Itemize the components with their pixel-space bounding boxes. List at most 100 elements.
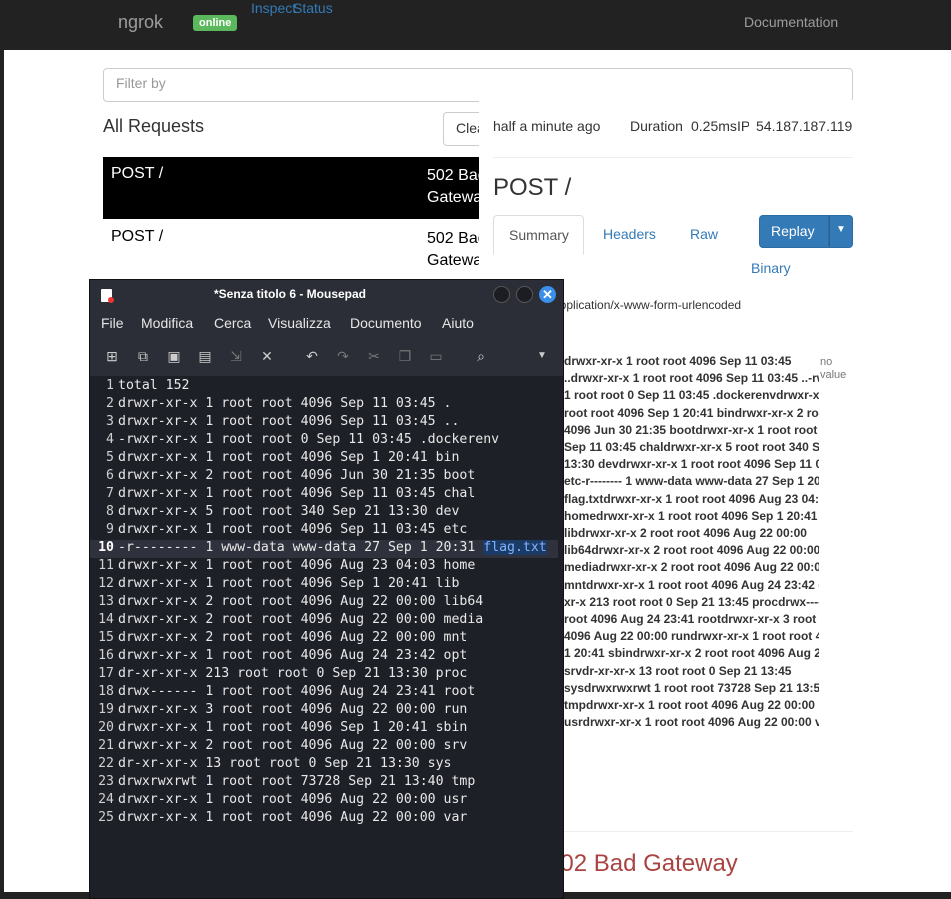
line-number: 8 xyxy=(106,504,114,519)
tab-raw[interactable]: Raw xyxy=(675,215,733,255)
editor-line[interactable]: 7 drwxr-xr-x 1 root root 4096 Sep 11 03:4… xyxy=(90,486,563,504)
search-icon[interactable]: ⌕ xyxy=(472,347,490,365)
menu-cerca[interactable]: Cerca xyxy=(214,315,251,331)
vertical-scrollbar[interactable] xyxy=(558,376,563,898)
editor-line[interactable]: 24 drwxr-xr-x 1 root root 4096 Aug 22 00:… xyxy=(90,792,563,810)
content-type: application/x-www-form-urlencoded xyxy=(553,298,742,312)
editor-line[interactable]: 14 drwxr-xr-x 2 root root 4096 Aug 22 00:… xyxy=(90,612,563,630)
editor-line[interactable]: 3 drwxr-xr-x 1 root root 4096 Sep 11 03:4… xyxy=(90,414,563,432)
line-text: drwxr-xr-x 1 root root 4096 Sep 1 20:41 … xyxy=(118,720,468,735)
close-tab-icon[interactable]: ✕ xyxy=(258,347,276,365)
editor-line[interactable]: 17 dr-xr-xr-x 213 root root 0 Sep 21 13:3… xyxy=(90,666,563,684)
toolbar: ⊞ ⧉ ▣ ▤ ⇲ ✕ ↶ ↷ ✂ ❐ ▭ ⌕ ▼ xyxy=(90,338,563,374)
replay-button[interactable]: Replay xyxy=(759,215,829,248)
undo-icon[interactable]: ↶ xyxy=(303,347,321,365)
editor-line[interactable]: 20 drwxr-xr-x 1 root root 4096 Sep 1 20:4… xyxy=(90,720,563,738)
editor-line[interactable]: 13 drwxr-xr-x 2 root root 4096 Aug 22 00:… xyxy=(90,594,563,612)
line-text: drwxr-xr-x 1 root root 4096 Sep 11 03:45… xyxy=(118,396,452,411)
menu-modifica[interactable]: Modifica xyxy=(141,315,193,331)
editor-line[interactable]: 12 drwxr-xr-x 1 root root 4096 Sep 1 20:4… xyxy=(90,576,563,594)
line-number: 12 xyxy=(98,576,114,591)
line-number: 10 xyxy=(98,540,114,555)
line-number: 19 xyxy=(98,702,114,717)
editor-line[interactable]: 22 dr-xr-xr-x 13 root root 0 Sep 21 13:30… xyxy=(90,756,563,774)
editor-line[interactable]: 10 -r-------- 1 www-data www-data 27 Sep … xyxy=(90,540,563,558)
menu-aiuto[interactable]: Aiuto xyxy=(442,315,474,331)
window-title: *Senza titolo 6 - Mousepad xyxy=(213,287,366,301)
line-number: 24 xyxy=(98,792,114,807)
close-button[interactable]: ✕ xyxy=(539,286,556,303)
request-body-params: drwxr-xr-x 1 root root 4096 Sep 11 03:45… xyxy=(564,353,819,731)
tab-summary[interactable]: Summary xyxy=(493,215,584,255)
editor-line[interactable]: 11 drwxr-xr-x 1 root root 4096 Aug 23 04:… xyxy=(90,558,563,576)
request-row[interactable]: POST / 502 Bad Gateway xyxy=(103,220,479,282)
nav-documentation-link[interactable]: Documentation xyxy=(744,14,838,30)
body-param-line: mntdrwxr-xr-x 1 root root 4096 Aug 24 23… xyxy=(564,577,819,592)
chevron-down-icon[interactable]: ▼ xyxy=(533,347,551,365)
replay-dropdown-toggle[interactable]: ▼ xyxy=(829,215,853,248)
line-number: 3 xyxy=(106,414,114,429)
copy-icon[interactable]: ❐ xyxy=(396,347,414,365)
reload-icon[interactable]: ⇲ xyxy=(227,347,245,365)
selected-text: flag.txt xyxy=(483,540,547,555)
editor-line[interactable]: 4 -rwxr-xr-x 1 root root 0 Sep 11 03:45 .… xyxy=(90,432,563,450)
body-param-line: 4096 Jun 30 21:35 bootdrwxr-xr-x 1 root … xyxy=(564,422,819,437)
line-number: 16 xyxy=(98,648,114,663)
menu-visualizza[interactable]: Visualizza xyxy=(268,315,331,331)
line-text: drwxr-xr-x 1 root root 4096 Aug 22 00:00… xyxy=(118,792,468,807)
menu-documento[interactable]: Documento xyxy=(350,315,422,331)
close-icon: ✕ xyxy=(542,287,553,302)
maximize-button[interactable] xyxy=(516,286,533,303)
editor-line[interactable]: 1 total 152 xyxy=(90,378,563,396)
tab-headers[interactable]: Headers xyxy=(588,215,671,255)
body-param-line: 4096 Aug 22 00:00 rundrwxr-xr-x 1 root r… xyxy=(564,629,819,644)
window-titlebar[interactable]: *Senza titolo 6 - Mousepad ✕ xyxy=(90,280,563,310)
line-text: drwxr-xr-x 1 root root 4096 Aug 24 23:42… xyxy=(118,648,468,663)
body-param-line: drwxr-xr-x 1 root root 4096 Sep 11 03:45 xyxy=(564,354,792,368)
paste-icon[interactable]: ▭ xyxy=(427,347,445,365)
body-param-line: 13:30 devdrwxr-xr-x 1 root root 4096 Sep… xyxy=(564,457,819,472)
editor-line[interactable]: 16 drwxr-xr-x 1 root root 4096 Aug 24 23:… xyxy=(90,648,563,666)
line-text: drwxr-xr-x 1 root root 4096 Aug 23 04:03… xyxy=(118,558,476,573)
editor-line[interactable]: 23 drwxrwxrwt 1 root root 73728 Sep 21 13… xyxy=(90,774,563,792)
status-badge: online xyxy=(193,15,238,31)
editor-line[interactable]: 19 drwxr-xr-x 3 root root 4096 Aug 22 00:… xyxy=(90,702,563,720)
line-number: 7 xyxy=(106,486,114,501)
nav-status-link[interactable]: Status xyxy=(293,0,333,16)
menu-file[interactable]: File xyxy=(101,315,124,331)
nav-inspect-link[interactable]: Inspect xyxy=(251,0,296,16)
request-row[interactable]: POST / 502 Bad Gateway xyxy=(103,157,479,219)
new-document-icon[interactable]: ⊞ xyxy=(103,347,121,365)
line-number: 13 xyxy=(98,594,114,609)
save-icon[interactable]: ▣ xyxy=(165,347,183,365)
save-as-icon[interactable]: ▤ xyxy=(196,347,214,365)
cut-icon[interactable]: ✂ xyxy=(365,347,383,365)
editor-line[interactable]: 15 drwxr-xr-x 2 root root 4096 Aug 22 00:… xyxy=(90,630,563,648)
editor-line[interactable]: 21 drwxr-xr-x 2 root root 4096 Aug 22 00:… xyxy=(90,738,563,756)
clear-button[interactable]: Clear xyxy=(443,112,483,146)
ip-value: 54.187.187.119 xyxy=(756,118,853,134)
body-param-line: root 4096 Aug 24 23:41 rootdrwxr-xr-x 3 … xyxy=(564,612,819,627)
new-window-icon[interactable]: ⧉ xyxy=(134,347,152,365)
line-text: drwxr-xr-x 2 root root 4096 Jun 30 21:35… xyxy=(118,468,476,483)
line-text: drwxr-xr-x 2 root root 4096 Aug 22 00:00… xyxy=(118,612,484,627)
line-number: 22 xyxy=(98,756,114,771)
redo-icon[interactable]: ↷ xyxy=(334,347,352,365)
body-param-line: lib64drwxr-xr-x 2 root root 4096 Aug 22 … xyxy=(564,543,819,558)
editor-line[interactable]: 9 drwxr-xr-x 1 root root 4096 Sep 11 03:4… xyxy=(90,522,563,540)
filter-input[interactable]: Filter by xyxy=(103,68,853,102)
editor-line[interactable]: 18 drwx------ 1 root root 4096 Aug 24 23:… xyxy=(90,684,563,702)
editor-line[interactable]: 6 drwxr-xr-x 2 root root 4096 Jun 30 21:3… xyxy=(90,468,563,486)
editor-line[interactable]: 25 drwxr-xr-x 1 root root 4096 Aug 22 00:… xyxy=(90,810,563,828)
editor-line[interactable]: 8 drwxr-xr-x 5 root root 340 Sep 21 13:30… xyxy=(90,504,563,522)
brand-logo[interactable]: ngrok xyxy=(118,12,163,33)
minimize-button[interactable] xyxy=(493,286,510,303)
editor-line[interactable]: 5 drwxr-xr-x 1 root root 4096 Sep 1 20:41… xyxy=(90,450,563,468)
editor-line[interactable]: 2 drwxr-xr-x 1 root root 4096 Sep 11 03:4… xyxy=(90,396,563,414)
tab-binary[interactable]: Binary xyxy=(751,260,791,276)
request-method: POST / xyxy=(111,228,164,245)
text-editor[interactable]: 1 total 152 2 drwxr-xr-x 1 root root 4096 S… xyxy=(90,376,563,898)
mousepad-window[interactable]: *Senza titolo 6 - Mousepad ✕ File Modifi… xyxy=(89,279,564,899)
line-number: 14 xyxy=(98,612,114,627)
line-number: 6 xyxy=(106,468,114,483)
